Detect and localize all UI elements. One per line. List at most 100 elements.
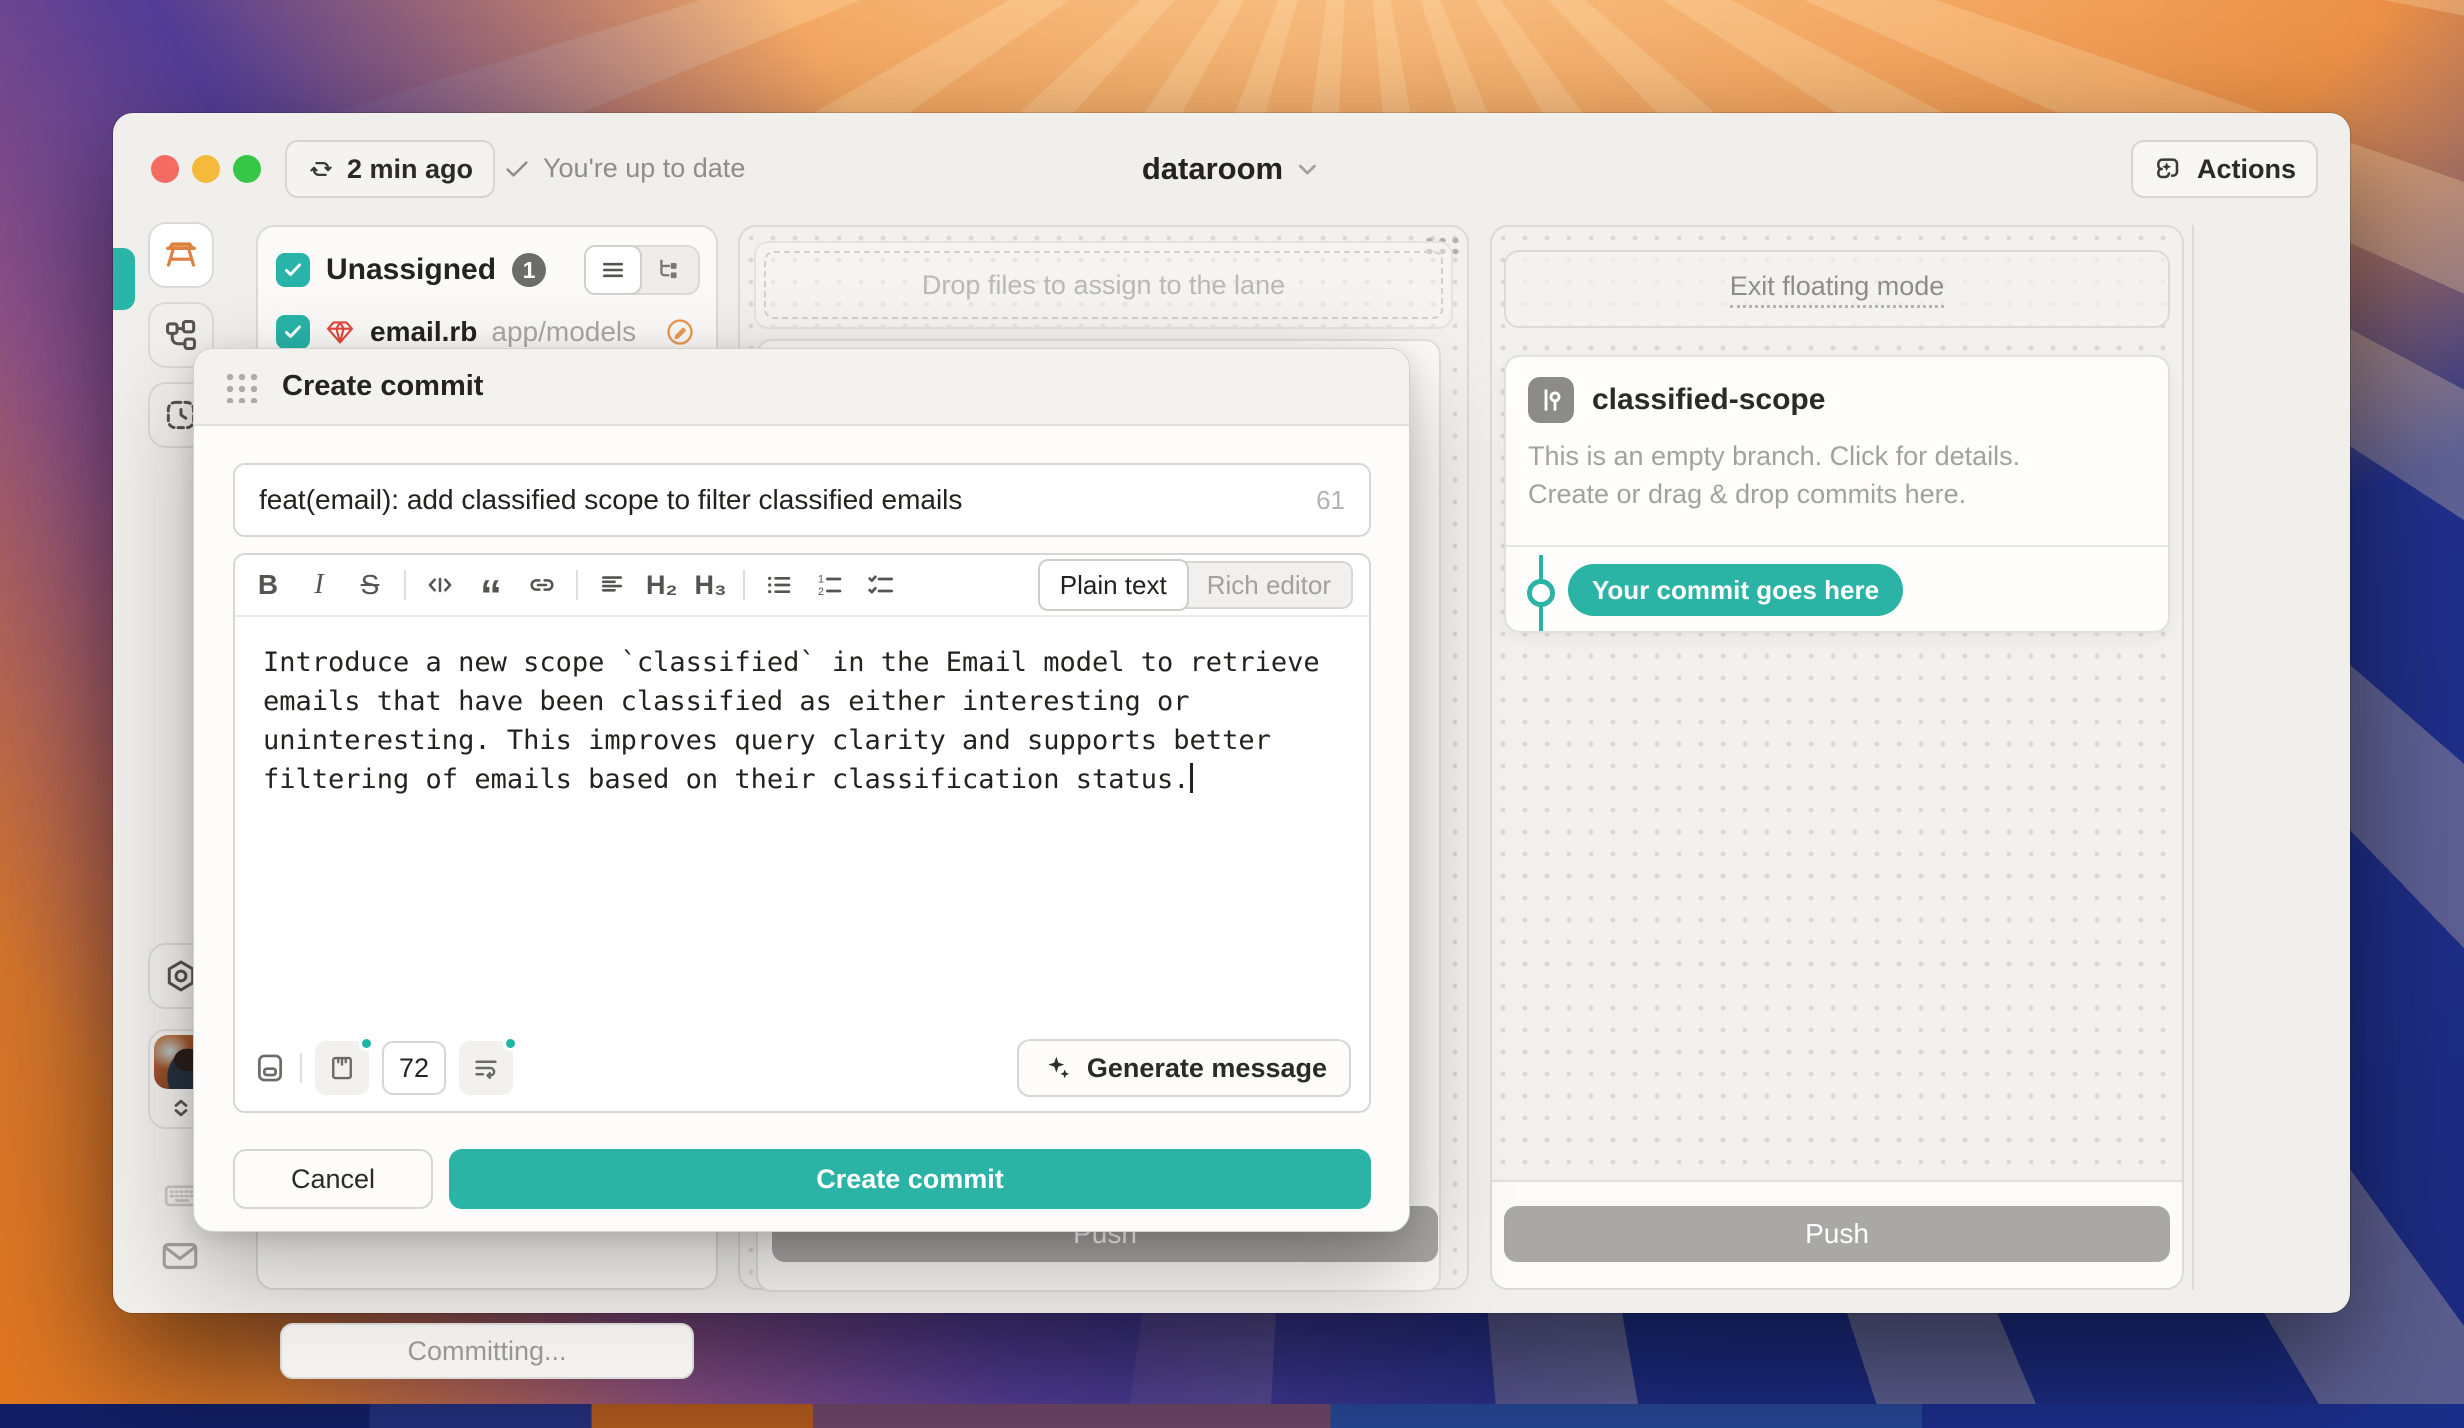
zoom-window-button[interactable] [233, 155, 261, 183]
sidebar-item-workspace[interactable] [148, 222, 214, 288]
branches-icon [162, 316, 200, 354]
strikethrough-button[interactable]: S [353, 568, 387, 602]
sync-status: You're up to date [503, 153, 745, 184]
actions-icon [2153, 153, 2185, 185]
committing-button: Committing... [280, 1323, 694, 1379]
check-icon [281, 320, 305, 344]
italic-button[interactable]: I [302, 568, 336, 602]
tree-view-icon [655, 256, 683, 284]
toolbar-divider [576, 570, 578, 600]
branch-card[interactable]: classified-scope This is an empty branch… [1504, 355, 2170, 633]
svg-text:1: 1 [818, 573, 824, 585]
modified-status-icon [664, 316, 696, 348]
traffic-lights[interactable] [151, 155, 261, 183]
unassigned-count-badge: 1 [512, 253, 546, 287]
desktop: 2 min ago You're up to date dataroom Act… [0, 0, 2464, 1428]
editor-footer: 72 Generate message [235, 1025, 1369, 1111]
bold-button[interactable]: B [251, 568, 285, 602]
branch-description-line2: Create or drag & drop commits here. [1528, 475, 2146, 513]
exit-floating-button[interactable]: Exit floating mode [1504, 250, 2170, 328]
heading3-button[interactable]: H₃ [695, 570, 727, 601]
project-name: dataroom [1142, 151, 1283, 187]
plain-text-tab[interactable]: Plain text [1038, 559, 1189, 611]
branch-icon [1528, 377, 1574, 423]
exit-floating-label: Exit floating mode [1730, 271, 1945, 308]
project-switcher[interactable]: dataroom [1142, 151, 1321, 187]
unassigned-title: Unassigned [326, 253, 496, 287]
ruby-file-icon [324, 316, 356, 348]
rich-editor-tab[interactable]: Rich editor [1187, 570, 1351, 601]
create-commit-button[interactable]: Create commit [449, 1149, 1371, 1209]
numbered-list-button[interactable]: 12 [813, 568, 847, 602]
commit-message-textarea[interactable]: Introduce a new scope `classified` in th… [235, 617, 1369, 825]
list-view-button[interactable] [584, 245, 642, 295]
dialog-title: Create commit [282, 370, 483, 403]
branch-push-button[interactable]: Push [1504, 1206, 2170, 1262]
branch-lane: Exit floating mode classified-scope This… [1490, 225, 2184, 1290]
chevron-updown-icon [166, 1091, 196, 1125]
heading2-button[interactable]: H₂ [646, 570, 678, 601]
dialog-header[interactable]: Create commit [194, 349, 1409, 426]
ruler-button[interactable] [315, 1041, 369, 1095]
actions-label: Actions [2197, 154, 2296, 185]
view-mode-toggle[interactable] [584, 245, 700, 295]
file-path: app/models [491, 316, 636, 348]
close-window-button[interactable] [151, 155, 179, 183]
check-icon [503, 155, 531, 183]
bullet-list-button[interactable] [762, 568, 796, 602]
commit-placeholder-label: Your commit goes here [1592, 575, 1879, 606]
generate-message-button[interactable]: Generate message [1017, 1039, 1351, 1097]
dialog-drag-handle[interactable] [224, 371, 258, 403]
commit-placeholder-badge[interactable]: Your commit goes here [1568, 564, 1903, 616]
status-text: You're up to date [543, 153, 745, 184]
svg-text:2: 2 [818, 586, 824, 598]
tree-view-button[interactable] [640, 247, 698, 293]
unassigned-checkbox[interactable] [276, 253, 310, 287]
commit-template-button[interactable] [253, 1051, 287, 1085]
branch-card-header: classified-scope [1506, 357, 2168, 423]
formatting-toolbar: B I S “ H₂ H₃ [235, 555, 1369, 617]
commit-message-value: Introduce a new scope `classified` in th… [263, 647, 1320, 795]
branch-description: This is an empty branch. Click for detai… [1506, 423, 2168, 513]
link-button[interactable] [525, 568, 559, 602]
checklist-button[interactable] [864, 568, 898, 602]
toolbar-divider [300, 1053, 302, 1083]
actions-button[interactable]: Actions [2131, 140, 2318, 198]
text-caret [1190, 763, 1193, 793]
branch-name: classified-scope [1592, 383, 1825, 417]
toolbar-divider [743, 570, 745, 600]
feedback-button[interactable] [157, 1235, 203, 1277]
unassigned-header: Unassigned 1 [258, 227, 716, 309]
cancel-label: Cancel [291, 1164, 375, 1195]
cancel-button[interactable]: Cancel [233, 1149, 433, 1209]
create-commit-dialog: Create commit feat(email): add classifie… [193, 348, 1410, 1232]
file-checkbox[interactable] [276, 315, 310, 349]
drawer-tab[interactable] [113, 248, 135, 310]
active-dot [359, 1036, 374, 1051]
code-button[interactable] [423, 568, 457, 602]
wrap-width-input[interactable]: 72 [382, 1041, 446, 1095]
workbench-icon [161, 235, 201, 275]
commit-title-input[interactable]: feat(email): add classified scope to fil… [233, 463, 1371, 537]
char-count: 61 [1316, 485, 1345, 516]
divider [1506, 545, 2168, 547]
drop-hint: Drop files to assign to the lane [764, 251, 1443, 319]
sparkles-icon [1041, 1052, 1073, 1084]
file-name: email.rb [370, 316, 477, 348]
mail-icon [157, 1235, 203, 1277]
paragraph-button[interactable] [595, 568, 629, 602]
branch-push-label: Push [1805, 1218, 1869, 1250]
wallpaper-bottom-strip [0, 1404, 2464, 1428]
create-commit-label: Create commit [816, 1164, 1004, 1195]
wrap-lines-button[interactable] [459, 1041, 513, 1095]
chevron-down-icon [1293, 155, 1321, 183]
minimize-window-button[interactable] [192, 155, 220, 183]
drop-zone: Drop files to assign to the lane [754, 241, 1453, 329]
editor-mode-toggle[interactable]: Plain text Rich editor [1038, 561, 1353, 609]
sync-button[interactable]: 2 min ago [285, 140, 495, 198]
branch-footer: Push [1492, 1180, 2182, 1288]
sync-icon [307, 155, 335, 183]
quote-button[interactable]: “ [474, 568, 508, 602]
file-row[interactable]: email.rb app/models [258, 309, 716, 349]
commit-title-value: feat(email): add classified scope to fil… [259, 484, 962, 516]
